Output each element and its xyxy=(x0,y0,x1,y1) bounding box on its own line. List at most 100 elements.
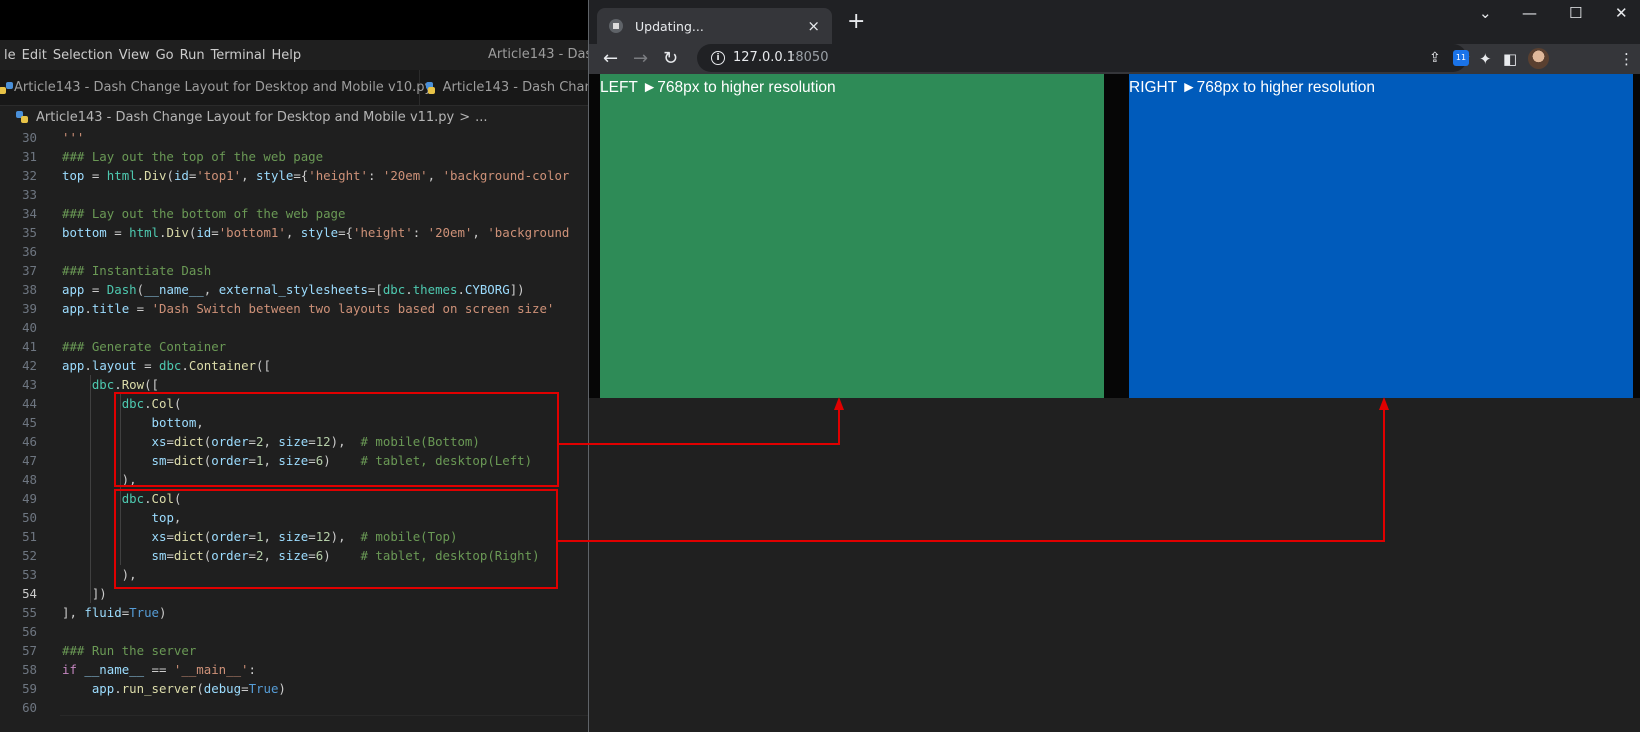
code-line: 33 xyxy=(0,185,588,204)
profile-avatar[interactable] xyxy=(1528,48,1549,69)
vscode-menubar: le Edit Selection View Go Run Terminal H… xyxy=(0,40,588,70)
code-text: ### Run the server xyxy=(62,643,197,658)
code-line: 30 ''' xyxy=(0,128,588,147)
line-number: 40 xyxy=(22,320,37,335)
line-number: 30 xyxy=(22,130,37,145)
code-text: if __name__ == '__main__': xyxy=(62,662,256,677)
code-line: 59 app.run_server(debug=True) xyxy=(0,679,588,698)
code-text: app = Dash(__name__, external_stylesheet… xyxy=(62,282,525,297)
browser-tab[interactable]: Updating... × xyxy=(597,8,832,44)
tab-search-icon[interactable]: ⌄ xyxy=(1479,4,1492,22)
breadcrumb-symbols[interactable]: ... xyxy=(475,110,487,125)
code-line: 32 top = html.Div(id='top1', style={'heig… xyxy=(0,166,588,185)
line-number: 39 xyxy=(22,301,37,316)
code-text: app.run_server(debug=True) xyxy=(91,681,286,696)
line-number: 60 xyxy=(22,700,37,715)
python-file-icon xyxy=(16,111,28,123)
code-text: top = html.Div(id='top1', style={'height… xyxy=(62,168,570,183)
browser-tab-title: Updating... xyxy=(635,18,704,34)
line-number: 37 xyxy=(22,263,37,278)
annotation-box-left-col xyxy=(114,392,559,487)
code-text: bottom = html.Div(id='bottom1', style={'… xyxy=(62,225,570,240)
code-text: ], fluid=True) xyxy=(62,605,167,620)
editor-tabs: Article143 - Dash Change Layout for Desk… xyxy=(0,70,588,106)
browser-toolbar: ← → ↻ i 127.0.0.1 :8050 ⇪ ☆ 11 ✦ ◧ ⋮ xyxy=(589,44,1640,74)
line-number: 56 xyxy=(22,624,37,639)
left-panel: LEFT ►768px to higher resolution xyxy=(600,74,1104,398)
vscode-window: le Edit Selection View Go Run Terminal H… xyxy=(0,0,588,732)
code-line: 34 ### Lay out the bottom of the web page xyxy=(0,204,588,223)
line-number: 57 xyxy=(22,643,37,658)
line-number: 47 xyxy=(22,453,37,468)
forward-button[interactable]: → xyxy=(633,49,648,69)
line-number: 35 xyxy=(22,225,37,240)
line-number: 51 xyxy=(22,529,37,544)
code-text: app.layout = dbc.Container([ xyxy=(62,358,271,373)
close-window-button[interactable]: ✕ xyxy=(1615,4,1628,22)
breadcrumb: Article143 - Dash Change Layout for Desk… xyxy=(0,106,588,128)
code-line: 37 ### Instantiate Dash xyxy=(0,261,588,280)
line-number: 50 xyxy=(22,510,37,525)
extension-icon[interactable]: 11 xyxy=(1453,50,1469,66)
code-line: 31 ### Lay out the top of the web page xyxy=(0,147,588,166)
left-panel-text: LEFT ►768px to higher resolution xyxy=(600,79,836,96)
code-line: 41 ### Generate Container xyxy=(0,337,588,356)
line-number: 55 xyxy=(22,605,37,620)
line-number: 52 xyxy=(22,548,37,563)
tab-close-icon[interactable]: × xyxy=(807,17,820,35)
code-line: 38 app = Dash(__name__, external_styleshe… xyxy=(0,280,588,299)
page-viewport: LEFT ►768px to higher resolution RIGHT ►… xyxy=(589,74,1640,732)
line-number: 34 xyxy=(22,206,37,221)
breadcrumb-separator: > xyxy=(459,109,471,125)
line-number: 44 xyxy=(22,396,37,411)
code-text: ### Generate Container xyxy=(62,339,227,354)
minimize-button[interactable]: — xyxy=(1522,4,1537,22)
page-row: LEFT ►768px to higher resolution RIGHT ►… xyxy=(589,74,1640,398)
reload-button[interactable]: ↻ xyxy=(663,49,678,69)
line-number: 46 xyxy=(22,434,37,449)
line-number: 36 xyxy=(22,244,37,259)
line-number: 58 xyxy=(22,662,37,677)
side-panel-icon[interactable]: ◧ xyxy=(1503,48,1517,70)
code-text: ]) xyxy=(62,586,107,601)
browser-tabstrip: Updating... × + ⌄ — ☐ ✕ xyxy=(589,0,1640,44)
code-line: 60 xyxy=(0,698,588,717)
code-text: ### Lay out the top of the web page xyxy=(62,149,324,164)
browser-menu-icon[interactable]: ⋮ xyxy=(1619,48,1634,70)
maximize-button[interactable]: ☐ xyxy=(1569,4,1582,22)
line-number: 53 xyxy=(22,567,37,582)
indent-guide xyxy=(90,375,91,603)
code-text: app.title = 'Dash Switch between two lay… xyxy=(62,301,555,316)
menu-help[interactable]: Help xyxy=(264,48,310,63)
code-text: ''' xyxy=(62,130,85,145)
line-number: 59 xyxy=(22,681,37,696)
line-number: 33 xyxy=(22,187,37,202)
code-line: 58 if __name__ == '__main__': xyxy=(0,660,588,679)
editor-tab-v11[interactable]: Article143 - Dash Change xyxy=(420,70,588,105)
editor-tab-label: Article143 - Dash Change Layout for Desk… xyxy=(14,80,433,95)
extensions-puzzle-icon[interactable]: ✦ xyxy=(1479,48,1492,70)
back-button[interactable]: ← xyxy=(603,49,618,69)
code-line: 39 app.title = 'Dash Switch between two l… xyxy=(0,299,588,318)
code-line: 40 xyxy=(0,318,588,337)
right-panel: RIGHT ►768px to higher resolution xyxy=(1129,74,1633,398)
right-panel-text: RIGHT ►768px to higher resolution xyxy=(1129,79,1375,96)
address-bar[interactable]: i 127.0.0.1 :8050 ⇪ ☆ xyxy=(697,44,1470,72)
menu-selection[interactable]: Selection xyxy=(45,48,121,63)
breadcrumb-file[interactable]: Article143 - Dash Change Layout for Desk… xyxy=(36,110,454,125)
annotation-box-right-col xyxy=(114,489,558,589)
site-info-icon[interactable]: i xyxy=(711,51,725,65)
editor-tab-v10[interactable]: Article143 - Dash Change Layout for Desk… xyxy=(0,70,432,105)
line-number: 31 xyxy=(22,149,37,164)
line-number: 43 xyxy=(22,377,37,392)
line-number: 49 xyxy=(22,491,37,506)
vscode-titlebar xyxy=(0,0,588,40)
line-number: 32 xyxy=(22,168,37,183)
line-number: 54 xyxy=(22,586,37,601)
new-tab-button[interactable]: + xyxy=(847,10,865,34)
code-line: 42 app.layout = dbc.Container([ xyxy=(0,356,588,375)
code-line: 36 xyxy=(0,242,588,261)
line-number: 45 xyxy=(22,415,37,430)
code-text: ### Instantiate Dash xyxy=(62,263,212,278)
share-icon[interactable]: ⇪ xyxy=(1429,44,1441,72)
